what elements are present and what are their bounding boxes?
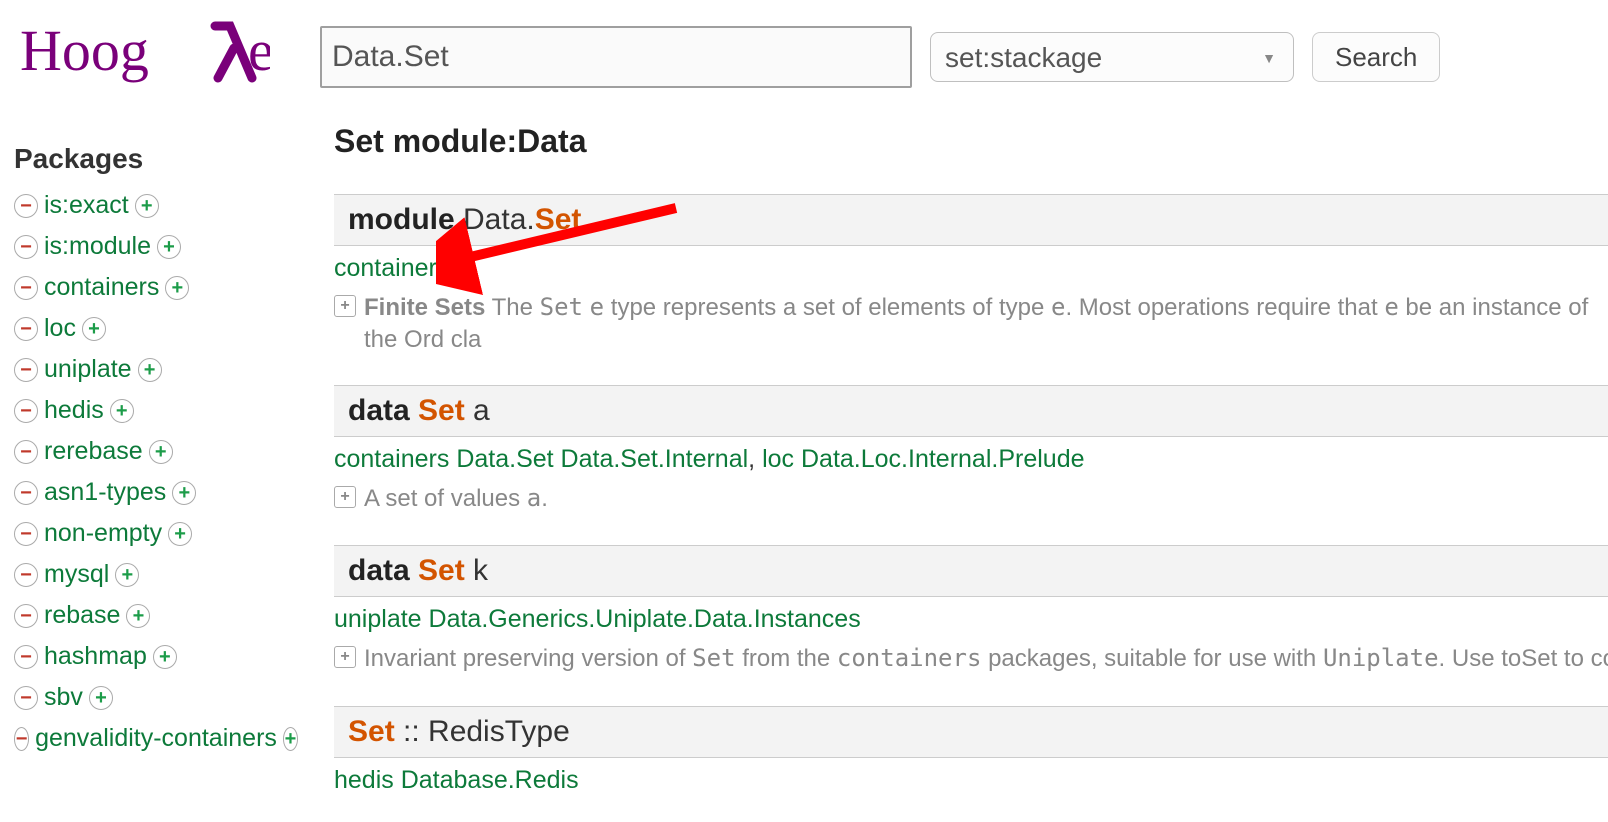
package-link[interactable]: rerebase	[44, 437, 143, 466]
package-filter-row: −hashmap +	[14, 636, 304, 677]
minus-icon[interactable]: −	[14, 604, 38, 628]
package-link[interactable]: hedis	[44, 396, 104, 425]
package-filter-row: −is:module +	[14, 226, 304, 267]
package-filter-row: −rebase +	[14, 595, 304, 636]
search-result: module Data.Setcontainers+Finite Sets Th…	[334, 194, 1608, 355]
result-heading[interactable]: data Set a	[334, 385, 1608, 437]
package-filter-row: −hedis +	[14, 390, 304, 431]
package-filter-row: −loc +	[14, 308, 304, 349]
plus-icon[interactable]: +	[126, 604, 150, 628]
plus-icon[interactable]: +	[283, 727, 298, 751]
plus-icon[interactable]: +	[165, 276, 189, 300]
search-result: data Set acontainers Data.Set Data.Set.I…	[334, 385, 1608, 515]
result-heading[interactable]: module Data.Set	[334, 194, 1608, 246]
minus-icon[interactable]: −	[14, 727, 29, 751]
result-doc: +Finite Sets The Set e type represents a…	[334, 287, 1608, 355]
package-filter-row: −uniplate +	[14, 349, 304, 390]
package-link[interactable]: uniplate	[44, 355, 132, 384]
minus-icon[interactable]: −	[14, 276, 38, 300]
minus-icon[interactable]: −	[14, 317, 38, 341]
sidebar-title: Packages	[14, 143, 304, 175]
scope-select[interactable]: set:stackage	[930, 32, 1294, 82]
result-heading[interactable]: Set :: RedisType	[334, 706, 1608, 758]
results-area: Set module:Data module Data.Setcontainer…	[304, 123, 1608, 822]
package-filter-row: −rerebase +	[14, 431, 304, 472]
minus-icon[interactable]: −	[14, 399, 38, 423]
plus-icon[interactable]: +	[138, 358, 162, 382]
package-filter-row: −asn1-types +	[14, 472, 304, 513]
package-link[interactable]: hashmap	[44, 642, 147, 671]
plus-icon[interactable]: +	[157, 235, 181, 259]
plus-icon[interactable]: +	[110, 399, 134, 423]
package-filter-row: −genvalidity-containers +	[14, 718, 304, 759]
search-input[interactable]	[320, 26, 912, 88]
plus-icon[interactable]: +	[135, 194, 159, 218]
package-filter-row: −mysql +	[14, 554, 304, 595]
page-title: Set module:Data	[334, 123, 1608, 160]
minus-icon[interactable]: −	[14, 563, 38, 587]
result-doc: +A set of values a.	[334, 478, 1608, 515]
plus-icon[interactable]: +	[89, 686, 113, 710]
package-link[interactable]: loc	[44, 314, 76, 343]
svg-text:e: e	[248, 18, 270, 83]
plus-icon[interactable]: +	[82, 317, 106, 341]
minus-icon[interactable]: −	[14, 645, 38, 669]
package-filter-row: −containers +	[14, 267, 304, 308]
result-doc: +Invariant preserving version of Set fro…	[334, 638, 1608, 675]
minus-icon[interactable]: −	[14, 686, 38, 710]
minus-icon[interactable]: −	[14, 194, 38, 218]
package-link[interactable]: genvalidity-containers	[35, 724, 277, 753]
expand-icon[interactable]: +	[334, 646, 356, 668]
package-link[interactable]: is:exact	[44, 191, 129, 220]
plus-icon[interactable]: +	[168, 522, 192, 546]
plus-icon[interactable]: +	[149, 440, 173, 464]
sidebar: Packages −is:exact +−is:module +−contain…	[0, 123, 304, 822]
package-filter-row: −sbv +	[14, 677, 304, 718]
search-button[interactable]: Search	[1312, 32, 1440, 82]
expand-icon[interactable]: +	[334, 295, 356, 317]
result-source-links[interactable]: uniplate Data.Generics.Uniplate.Data.Ins…	[334, 597, 1608, 638]
minus-icon[interactable]: −	[14, 522, 38, 546]
plus-icon[interactable]: +	[172, 481, 196, 505]
minus-icon[interactable]: −	[14, 481, 38, 505]
package-filter-row: −non-empty +	[14, 513, 304, 554]
search-result: Set :: RedisTypehedis Database.Redis	[334, 706, 1608, 799]
minus-icon[interactable]: −	[14, 358, 38, 382]
package-link[interactable]: sbv	[44, 683, 83, 712]
package-link[interactable]: is:module	[44, 232, 151, 261]
plus-icon[interactable]: +	[115, 563, 139, 587]
package-link[interactable]: mysql	[44, 560, 109, 589]
svg-text:Hoog: Hoog	[20, 18, 149, 83]
minus-icon[interactable]: −	[14, 440, 38, 464]
result-heading[interactable]: data Set k	[334, 545, 1608, 597]
search-result: data Set kuniplate Data.Generics.Uniplat…	[334, 545, 1608, 675]
package-link[interactable]: asn1-types	[44, 478, 166, 507]
result-source-links[interactable]: containers	[334, 246, 1608, 287]
plus-icon[interactable]: +	[153, 645, 177, 669]
result-source-links[interactable]: containers Data.Set Data.Set.Internal, l…	[334, 437, 1608, 478]
expand-icon[interactable]: +	[334, 486, 356, 508]
package-link[interactable]: rebase	[44, 601, 120, 630]
package-link[interactable]: containers	[44, 273, 159, 302]
result-source-links[interactable]: hedis Database.Redis	[334, 758, 1608, 799]
minus-icon[interactable]: −	[14, 235, 38, 259]
package-list: −is:exact +−is:module +−containers +−loc…	[14, 185, 304, 759]
package-link[interactable]: non-empty	[44, 519, 162, 548]
package-filter-row: −is:exact +	[14, 185, 304, 226]
hoogle-logo[interactable]: Hoog e	[20, 12, 280, 93]
